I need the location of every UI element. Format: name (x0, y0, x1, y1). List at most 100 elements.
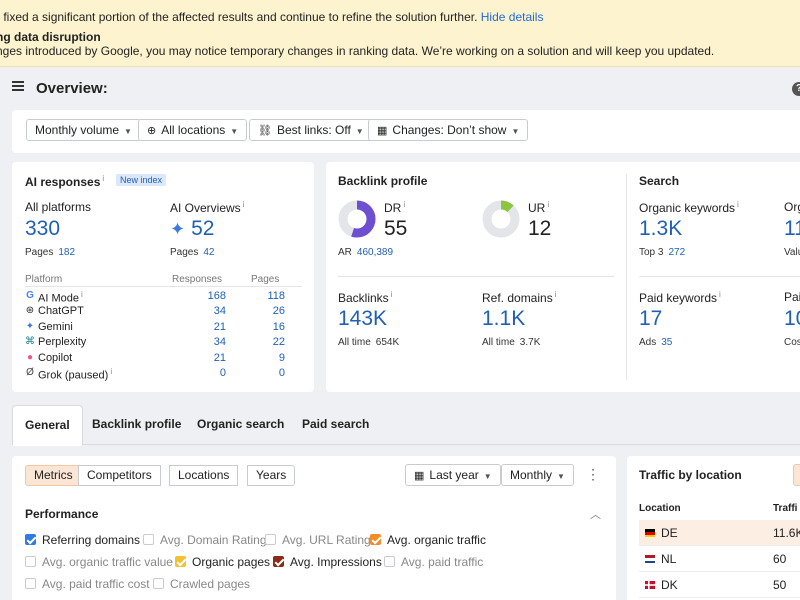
metric-checkbox[interactable]: Organic pages (175, 555, 270, 571)
checkbox-empty-icon[interactable] (25, 578, 36, 589)
info-icon[interactable]: i (110, 367, 112, 376)
info-icon[interactable]: i (737, 200, 739, 209)
platform-row[interactable]: ⌘ Perplexity 34 22 (24, 336, 285, 351)
paid-keywords-label: Paid keywords i (639, 290, 721, 305)
paid-traffic-value[interactable]: 10 (784, 307, 800, 331)
platform-row[interactable]: ● Copilot 21 9 (24, 352, 285, 367)
paid-keywords-value[interactable]: 17 (639, 307, 662, 331)
ai-overviews-value[interactable]: ✦ 52 (170, 217, 214, 241)
checkbox-checked-icon[interactable] (25, 534, 36, 545)
info-icon[interactable]: i (555, 290, 557, 299)
ai-overviews-label-text: AI Overviews (170, 201, 241, 215)
checkbox-empty-icon[interactable] (143, 534, 154, 545)
info-icon[interactable]: i (243, 200, 245, 209)
ai-overviews-number: 52 (191, 217, 215, 240)
platform-row[interactable]: G AI Mode i 168 118 (24, 290, 285, 305)
checkbox-checked-icon[interactable] (273, 556, 284, 567)
metric-checkbox[interactable]: Avg. Impressions (273, 555, 382, 571)
ai-responses-card: AI responses i New index All platforms 33… (12, 162, 314, 392)
pages-value[interactable]: 42 (203, 247, 214, 258)
metrics-toggle[interactable]: Metrics (25, 465, 82, 486)
platform-name-text: AI Mode (38, 292, 79, 305)
platform-row[interactable]: ✦ Gemini 21 16 (24, 321, 285, 336)
info-icon[interactable]: i (81, 290, 83, 299)
info-icon[interactable]: i (403, 200, 405, 209)
checkbox-empty-icon[interactable] (25, 556, 36, 567)
info-icon[interactable]: i (102, 174, 104, 183)
info-icon[interactable]: i (391, 290, 393, 299)
granularity-dropdown[interactable]: Monthly ▼ (501, 464, 574, 486)
checkbox-empty-icon[interactable] (153, 578, 164, 589)
platform-responses[interactable]: 0 (174, 367, 226, 379)
checkbox-checked-icon[interactable] (370, 534, 381, 545)
platform-pages[interactable]: 118 (236, 290, 285, 302)
location-row[interactable]: DE 11.6K (639, 520, 800, 546)
tab-general[interactable]: General (12, 405, 83, 446)
paid-keywords-label-text: Paid keywords (639, 291, 718, 305)
more-options-icon[interactable]: ⋮ (586, 466, 600, 482)
chevron-up-icon[interactable]: ︿ (590, 506, 601, 522)
metric-checkbox[interactable]: Avg. paid traffic cost (25, 577, 150, 593)
info-icon[interactable]: i (719, 290, 721, 299)
platform-name-text: Grok (paused) (38, 369, 109, 382)
organic-keywords-label-text: Organic keywords (639, 201, 736, 215)
chevron-down-icon: ▼ (511, 127, 520, 136)
platform-pages[interactable]: 9 (236, 352, 285, 364)
platform-row[interactable]: ⊛ ChatGPT 34 26 (24, 305, 285, 320)
ar-rank: AR 460,389 (338, 247, 393, 258)
metric-checkbox[interactable]: Avg. organic traffic value (25, 555, 173, 571)
dr-label-text: DR (384, 201, 402, 215)
metric-checkbox[interactable]: Avg. Domain Rating (143, 533, 267, 549)
platform-pages[interactable]: 16 (236, 321, 285, 333)
date-range-dropdown[interactable]: ▦ Last year ▼ (405, 464, 501, 486)
ar-value[interactable]: 460,389 (357, 247, 393, 258)
menu-icon[interactable] (12, 81, 24, 91)
traffic-toggle[interactable] (793, 464, 800, 486)
checkbox-empty-icon[interactable] (265, 534, 276, 545)
platform-row[interactable]: Ø Grok (paused) i 0 0 (24, 367, 285, 382)
metric-checkbox[interactable]: Avg. URL Rating (265, 533, 371, 549)
platform-responses[interactable]: 34 (174, 336, 226, 348)
organic-traffic-value[interactable]: 11 (784, 217, 800, 241)
platform-responses[interactable]: 21 (174, 321, 226, 333)
traffic-value: 50 (773, 578, 787, 592)
platform-responses[interactable]: 168 (174, 290, 226, 302)
top3-value[interactable]: 272 (668, 247, 685, 258)
metric-checkbox[interactable]: Crawled pages (153, 577, 250, 593)
ads-value[interactable]: 35 (661, 337, 672, 348)
hide-details-link[interactable]: Hide details (481, 10, 544, 24)
volume-mode-dropdown[interactable]: Monthly volume ▼ (26, 119, 141, 141)
pages-value[interactable]: 182 (58, 247, 75, 258)
notice-banner: y fixed a significant portion of the aff… (0, 0, 800, 67)
metric-checkbox[interactable]: Referring domains (25, 533, 140, 549)
tab-backlink-profile[interactable]: Backlink profile (80, 405, 193, 445)
banner-line-1: y fixed a significant portion of the aff… (0, 10, 543, 24)
platform-pages[interactable]: 22 (236, 336, 285, 348)
locations-toggle[interactable]: Locations (169, 465, 239, 486)
info-icon[interactable]: i (547, 200, 549, 209)
checkbox-checked-icon[interactable] (175, 556, 186, 567)
section-divider (639, 276, 800, 277)
ref-domains-value[interactable]: 1.1K (482, 307, 525, 331)
changes-dropdown[interactable]: ▦ Changes: Don’t show ▼ (368, 119, 529, 141)
best-links-dropdown[interactable]: ⛓ Best links: Off ▼ (249, 119, 373, 141)
tab-paid-search[interactable]: Paid search (290, 405, 381, 445)
platform-responses[interactable]: 34 (174, 305, 226, 317)
competitors-toggle[interactable]: Competitors (78, 465, 161, 486)
metric-label: Avg. Impressions (290, 555, 382, 569)
checkbox-empty-icon[interactable] (384, 556, 395, 567)
tab-organic-search[interactable]: Organic search (185, 405, 296, 445)
location-row[interactable]: DK 50 (639, 572, 800, 598)
metric-checkbox[interactable]: Avg. organic traffic (370, 533, 486, 549)
help-icon[interactable]: ? (792, 82, 800, 96)
organic-keywords-value[interactable]: 1.3K (639, 217, 682, 241)
all-platforms-value[interactable]: 330 (25, 217, 60, 241)
platform-responses[interactable]: 21 (174, 352, 226, 364)
years-toggle[interactable]: Years (247, 465, 296, 486)
backlinks-value[interactable]: 143K (338, 307, 387, 331)
location-dropdown[interactable]: ⊕ All locations ▼ (138, 119, 248, 141)
platform-pages[interactable]: 26 (236, 305, 285, 317)
location-row[interactable]: NL 60 (639, 546, 800, 572)
platform-pages[interactable]: 0 (236, 367, 285, 379)
metric-checkbox[interactable]: Avg. paid traffic (384, 555, 483, 571)
